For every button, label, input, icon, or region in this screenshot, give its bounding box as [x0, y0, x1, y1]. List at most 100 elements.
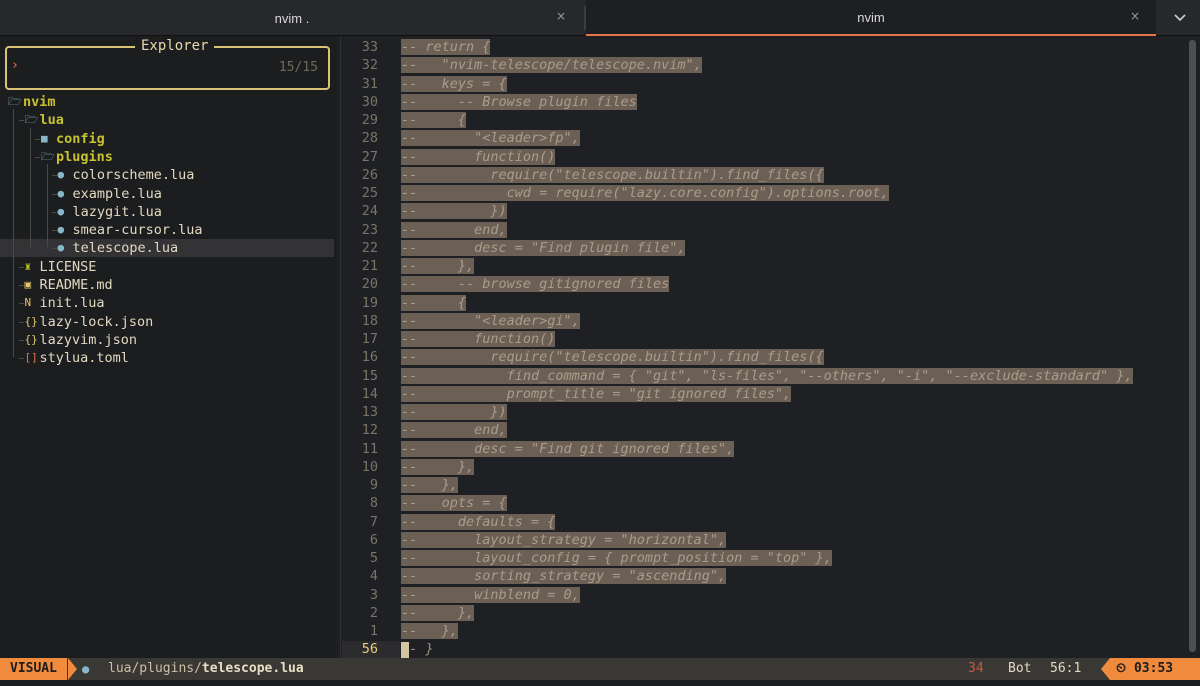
mode-indicator: VISUAL [0, 658, 67, 680]
code-line[interactable]: -- { [401, 294, 467, 312]
tree-guide [18, 285, 24, 286]
clock-icon: ⏲ [1116, 661, 1134, 676]
file-path: lua/plugins/telescope.lua [108, 658, 304, 680]
tree-file[interactable]: ● lazygit.lua [0, 203, 334, 221]
code-line[interactable]: -- desc = "Find git ignored files", [401, 440, 735, 458]
scroll-position: Bot [1008, 661, 1032, 676]
code-line[interactable]: -- "<leader>gi", [401, 312, 580, 330]
code-line[interactable]: -- layout_strategy = "horizontal", [401, 531, 727, 549]
toml-icon: [] [24, 351, 38, 365]
code-line[interactable]: -- keys = { [401, 75, 507, 93]
code-line[interactable]: -- require("telescope.builtin").find_fil… [401, 348, 824, 366]
license-icon: ♜ [24, 259, 32, 273]
code-line[interactable]: -- layout_config = { prompt_position = "… [401, 549, 832, 567]
code-line[interactable]: -- opts = { [401, 494, 507, 512]
code-line[interactable]: -- sorting_strategy = "ascending", [401, 567, 727, 585]
close-icon[interactable]: × [556, 9, 566, 23]
line-number: 25 [361, 185, 378, 201]
tab-label: nvim [857, 9, 885, 25]
tree-folder[interactable]: 🗁 nvim [0, 93, 334, 111]
code-line[interactable]: -- }) [401, 202, 507, 220]
tab-bar: nvim . × nvim × [0, 0, 1200, 36]
clock-separator [1101, 658, 1110, 680]
tree-file[interactable]: {} lazyvim.json [0, 331, 334, 349]
nvim-icon: N [24, 296, 32, 310]
code-text: -- sorting_strategy = "ascending", [401, 568, 727, 585]
code-text: -- layout_strategy = "horizontal", [401, 531, 727, 548]
lua-icon: ● [57, 241, 65, 255]
tree-folder[interactable]: 🗁 plugins [0, 148, 334, 166]
code-line[interactable]: -- end, [401, 221, 507, 239]
code-text: -- find_command = { "git", "ls-files", "… [401, 367, 1133, 384]
code-line[interactable]: -- defaults = { [401, 513, 556, 531]
tree-file[interactable]: ● smear-cursor.lua [0, 221, 334, 239]
code-line[interactable]: -- }, [401, 604, 475, 622]
tree-folder[interactable]: 🗁 lua [0, 111, 334, 129]
code-text: -- desc = "Find git ignored files", [401, 440, 735, 457]
tab-nvim[interactable]: nvim × [586, 0, 1156, 36]
code-text: -- }, [401, 604, 475, 621]
tree-item-label: colorscheme.lua [72, 167, 195, 184]
tree-guide [35, 156, 40, 158]
code-line[interactable]: -- }, [401, 476, 458, 494]
code-line[interactable]: -- -- browse gitignored files [401, 275, 670, 293]
tree-file[interactable]: {} lazy-lock.json [0, 313, 334, 331]
code-line[interactable]: -- "nvim-telescope/telescope.nvim", [401, 56, 702, 74]
line-number: 2 [369, 604, 378, 621]
tree-file[interactable]: Ninit.lua [0, 294, 334, 312]
code-line[interactable]: -- find_command = { "git", "ls-files", "… [401, 367, 1133, 385]
tree-guide [51, 248, 57, 250]
code-line[interactable]: -- require("telescope.builtin").find_fil… [401, 166, 824, 184]
code-line[interactable]: -- }, [401, 257, 475, 275]
code-line[interactable]: -- cwd = require("lazy.core.config").opt… [401, 184, 889, 202]
tree-item-label: lazy-lock.json [39, 313, 154, 330]
line-number: 20 [361, 276, 378, 293]
code-line[interactable]: -- prompt_title = "git ignored files", [401, 385, 792, 403]
explorer-search-box[interactable]: Explorer › 15/15 [5, 38, 330, 90]
code-line[interactable]: -- function() [401, 148, 556, 166]
code-line[interactable]: -- end, [401, 421, 507, 439]
code-text: -- { [401, 294, 467, 311]
tree-guide [18, 266, 24, 268]
code-text: -- "<leader>gi", [401, 312, 580, 329]
code-line[interactable]: -- desc = "Find plugin file", [401, 239, 686, 257]
tree-file[interactable]: ● colorscheme.lua [0, 166, 334, 184]
code-text: -- }) [401, 203, 507, 220]
code-line[interactable]: -- }, [401, 458, 475, 476]
tree-item-label: telescope.lua [72, 240, 179, 257]
tree-guide [18, 303, 24, 305]
code-text: -- opts = { [401, 495, 507, 512]
tree-guide [30, 127, 31, 248]
tree-item-label: lua [39, 112, 64, 129]
tree-file[interactable]: ♜ LICENSE [0, 258, 334, 276]
code-text: -- -- Browse plugin files [401, 93, 637, 110]
line-number: 16 [361, 349, 378, 366]
scrollbar-thumb[interactable] [1189, 40, 1196, 652]
tree-file[interactable]: ● example.lua [0, 185, 334, 203]
code-line[interactable]: -- -- Browse plugin files [401, 93, 637, 111]
tree-file[interactable]: ▣ README.md [0, 276, 334, 294]
line-number: 32 [361, 57, 378, 74]
line-number: 28 [361, 130, 378, 147]
chevron-down-icon[interactable] [1160, 0, 1200, 36]
code-line[interactable]: -- function() [401, 330, 556, 348]
tree-file[interactable]: ● telescope.lua [0, 239, 334, 258]
tree-file[interactable]: [] stylua.toml [0, 349, 334, 367]
tree-folder[interactable]: ■ config [0, 130, 334, 148]
code-line[interactable]: -- }, [401, 622, 458, 640]
code-line[interactable]: -- { [401, 111, 467, 129]
line-number: 1 [369, 623, 378, 639]
line-number: 12 [361, 422, 378, 439]
code-line[interactable]: -- }) [401, 403, 507, 421]
tree-guide [47, 164, 48, 248]
markdown-icon: ▣ [24, 278, 32, 291]
code-line[interactable]: -- winblend = 0, [401, 586, 580, 604]
tab-nvim-dot[interactable]: nvim . × [0, 0, 584, 36]
close-icon[interactable]: × [1130, 9, 1140, 23]
code-text: -- desc = "Find plugin file", [401, 239, 686, 256]
code-line[interactable]: -- return { [401, 38, 491, 56]
tree-guide [35, 138, 40, 140]
code-text: -- require("telescope.builtin").find_fil… [401, 349, 824, 366]
scrollbar[interactable] [1186, 36, 1200, 658]
code-line[interactable]: -- "<leader>fp", [401, 129, 580, 147]
